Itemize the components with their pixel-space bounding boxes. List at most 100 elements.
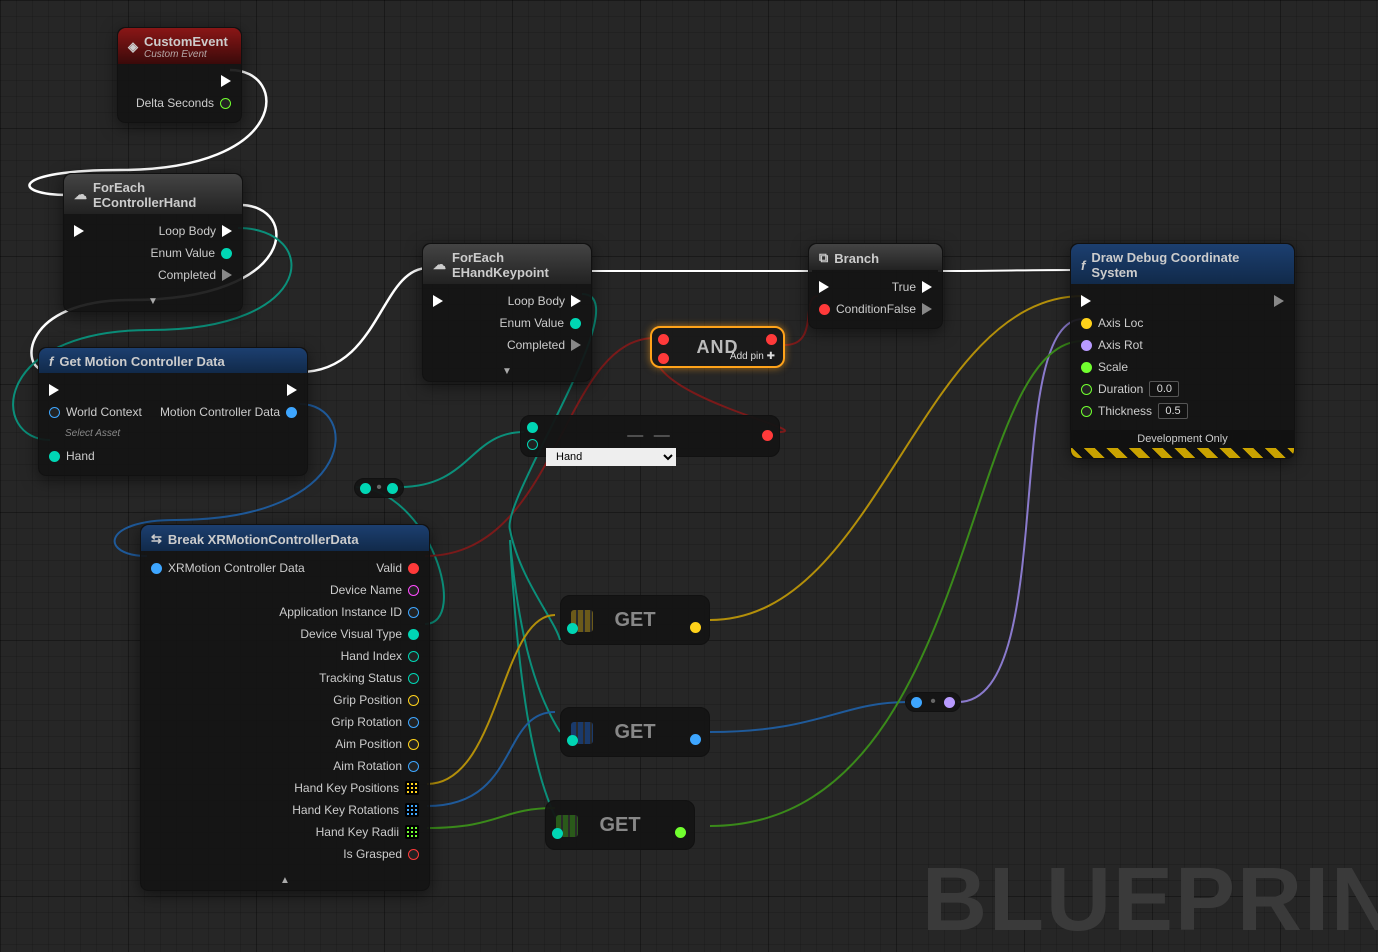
pin-scale[interactable] — [1081, 362, 1092, 373]
thickness-input[interactable] — [1158, 403, 1188, 419]
dev-only-label: Development Only — [1071, 430, 1294, 448]
node-subtitle: Custom Event — [144, 49, 228, 60]
exec-out-icon[interactable] — [571, 339, 581, 351]
exec-out-icon[interactable] — [221, 75, 231, 87]
pin-app-id[interactable] — [408, 607, 419, 618]
enum-select-hand[interactable]: Hand — [546, 448, 676, 466]
node-custom-event[interactable]: ◈ CustomEvent Custom Event Delta Seconds — [117, 27, 242, 123]
node-header: f Draw Debug Coordinate System — [1071, 244, 1294, 284]
node-break-xrmotioncontrollerdata[interactable]: ⇆ Break XRMotionControllerData XRMotion … — [140, 524, 430, 891]
pin-label: Enum Value — [151, 246, 215, 260]
node-draw-debug-coordinate-system[interactable]: f Draw Debug Coordinate System Axis Loc … — [1070, 243, 1295, 459]
pin-visual-type[interactable] — [408, 629, 419, 640]
pin-get-out[interactable] — [690, 734, 701, 745]
pin-index-in[interactable] — [552, 828, 563, 839]
reroute-out[interactable] — [944, 697, 955, 708]
pin-aim-rot[interactable] — [408, 761, 419, 772]
reroute-in[interactable] — [360, 483, 371, 494]
pin-label: World Context — [66, 405, 142, 419]
pin-hand-key-rotations[interactable] — [405, 803, 419, 817]
node-title: GET — [614, 721, 655, 744]
pin-and-in-b[interactable] — [658, 353, 669, 364]
pin-axis-loc[interactable] — [1081, 318, 1092, 329]
equals-icon: — — — [627, 427, 672, 445]
pin-condition[interactable] — [819, 304, 830, 315]
pin-and-in-a[interactable] — [658, 334, 669, 345]
reroute-node-teal[interactable]: • — [354, 478, 404, 498]
exec-out-icon[interactable] — [1274, 295, 1284, 307]
pin-label: Is Grasped — [343, 847, 402, 861]
pin-hand-index[interactable] — [408, 651, 419, 662]
pin-label: Enum Value — [500, 316, 564, 330]
pin-hand-key-radii[interactable] — [405, 825, 419, 839]
exec-out-icon[interactable] — [922, 281, 932, 293]
pin-axis-rot[interactable] — [1081, 340, 1092, 351]
node-array-get-radii[interactable]: GET — [545, 800, 695, 850]
pin-get-out[interactable] — [690, 622, 701, 633]
asset-hint[interactable]: Select Asset — [65, 428, 120, 439]
pin-hand[interactable] — [49, 451, 60, 462]
chevron-down-icon[interactable]: ▼ — [64, 294, 242, 311]
duration-input[interactable] — [1149, 381, 1179, 397]
node-title: Branch — [834, 251, 879, 266]
chevron-up-icon[interactable]: ▲ — [141, 873, 429, 890]
pin-delta-seconds[interactable] — [220, 98, 231, 109]
exec-in-icon[interactable] — [1081, 295, 1091, 307]
exec-out-icon[interactable] — [222, 269, 232, 281]
pin-enum-value[interactable] — [221, 248, 232, 259]
node-title: GET — [614, 609, 655, 632]
pin-equal-out[interactable] — [762, 430, 773, 441]
exec-in-icon[interactable] — [433, 295, 443, 307]
pin-label: XRMotion Controller Data — [168, 561, 305, 575]
pin-thickness[interactable] — [1081, 406, 1092, 417]
pin-label: Grip Rotation — [331, 715, 402, 729]
macro-icon: ☁ — [74, 187, 87, 203]
pin-xr-data-in[interactable] — [151, 563, 162, 574]
reroute-in[interactable] — [911, 697, 922, 708]
node-title: Break XRMotionControllerData — [168, 532, 359, 547]
pin-label: False — [887, 302, 916, 316]
pin-valid[interactable] — [408, 563, 419, 574]
pin-label: Hand Key Radii — [316, 825, 399, 839]
pin-enum-value[interactable] — [570, 318, 581, 329]
exec-in-icon[interactable] — [74, 225, 84, 237]
pin-tracking-status[interactable] — [408, 673, 419, 684]
pin-grip-pos[interactable] — [408, 695, 419, 706]
pin-hand-key-positions[interactable] — [405, 781, 419, 795]
pin-get-out[interactable] — [675, 827, 686, 838]
pin-duration[interactable] — [1081, 384, 1092, 395]
exec-out-icon[interactable] — [922, 303, 932, 315]
pin-motion-controller-data[interactable] — [286, 407, 297, 418]
node-get-motion-controller-data[interactable]: f Get Motion Controller Data World Conte… — [38, 347, 308, 476]
node-array-get-positions[interactable]: GET — [560, 595, 710, 645]
pin-aim-pos[interactable] — [408, 739, 419, 750]
pin-device-name[interactable] — [408, 585, 419, 596]
pin-is-grasped[interactable] — [408, 849, 419, 860]
pin-index-in[interactable] — [567, 623, 578, 634]
node-title: ForEach EHandKeypoint — [452, 250, 581, 280]
pin-grip-rot[interactable] — [408, 717, 419, 728]
reroute-out[interactable] — [387, 483, 398, 494]
node-branch[interactable]: ⧉ Branch True ConditionFalse — [808, 243, 943, 329]
exec-in-icon[interactable] — [819, 281, 829, 293]
chevron-down-icon[interactable]: ▼ — [423, 364, 591, 381]
node-and[interactable]: AND Add pin ✚ — [650, 326, 785, 368]
exec-out-icon[interactable] — [571, 295, 581, 307]
node-foreach-handkeypoint[interactable]: ☁ ForEach EHandKeypoint Loop Body Enum V… — [422, 243, 592, 382]
pin-label: Loop Body — [508, 294, 565, 308]
reroute-node-rot[interactable]: • — [905, 692, 961, 712]
exec-out-icon[interactable] — [287, 384, 297, 396]
node-header: ◈ CustomEvent Custom Event — [118, 28, 241, 64]
pin-world-context[interactable] — [49, 407, 60, 418]
node-array-get-rotations[interactable]: GET — [560, 707, 710, 757]
pin-and-out[interactable] — [766, 334, 777, 345]
add-pin-button[interactable]: Add pin ✚ — [730, 351, 775, 362]
pin-equal-a[interactable] — [527, 422, 538, 433]
pin-label: Loop Body — [159, 224, 216, 238]
pin-label: Axis Rot — [1098, 338, 1143, 352]
pin-equal-b[interactable] — [527, 439, 538, 450]
exec-out-icon[interactable] — [222, 225, 232, 237]
node-foreach-controllerhand[interactable]: ☁ ForEach EControllerHand Loop Body Enum… — [63, 173, 243, 312]
exec-in-icon[interactable] — [49, 384, 59, 396]
pin-index-in[interactable] — [567, 735, 578, 746]
